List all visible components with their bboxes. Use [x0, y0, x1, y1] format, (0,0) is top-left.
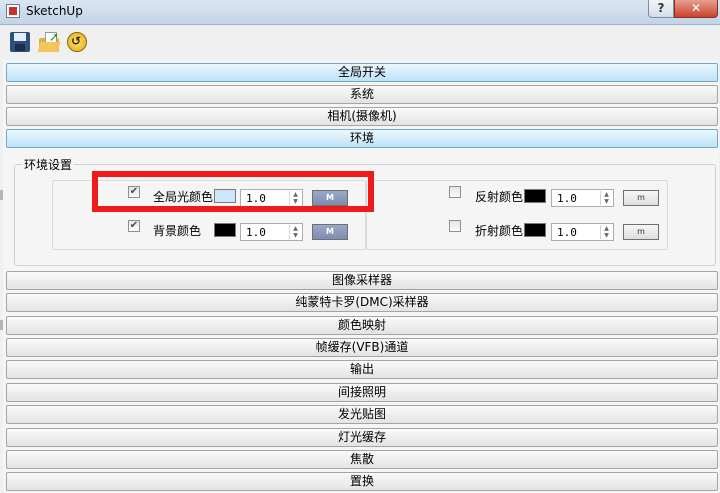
open-folder-icon[interactable]: ➚ — [37, 30, 61, 54]
bg-color-multiplier[interactable]: 1.0 ▲ ▼ — [240, 223, 303, 241]
bg-color-swatch[interactable] — [214, 223, 236, 237]
rollout-displacement[interactable]: 置换 — [6, 472, 718, 491]
rollout-light-cache[interactable]: 灯光缓存 — [6, 428, 718, 447]
rollout-environment[interactable]: 环境 — [6, 129, 718, 148]
bg-color-map-button[interactable]: M — [312, 224, 348, 240]
toolbar: ➚ ↺ — [0, 25, 720, 59]
reflect-color-label: 反射颜色 — [475, 190, 524, 204]
bg-color-label: 背景颜色 — [153, 224, 202, 238]
environment-group-title: 环境设置 — [22, 156, 75, 173]
app-icon — [6, 4, 20, 18]
help-button[interactable]: ? — [648, 0, 674, 18]
left-edge-marker — [0, 190, 3, 200]
reflect-color-value: 1.0 — [557, 192, 577, 205]
refract-color-spinner-arrows[interactable]: ▲ ▼ — [600, 225, 612, 239]
rollout-color-mapping[interactable]: 颜色映射 — [6, 316, 718, 335]
reflect-color-spinner-arrows[interactable]: ▲ ▼ — [600, 191, 612, 205]
refract-color-checkbox[interactable] — [449, 220, 461, 232]
bg-color-value: 1.0 — [246, 226, 266, 239]
save-icon[interactable] — [8, 30, 32, 54]
rollout-output[interactable]: 输出 — [6, 360, 718, 379]
rollout-image-sampler[interactable]: 图像采样器 — [6, 271, 718, 290]
close-button[interactable]: ✕ — [674, 0, 718, 18]
refract-color-label: 折射颜色 — [475, 224, 524, 238]
bg-color-checkbox[interactable]: ✔ — [128, 220, 140, 232]
window-title: SketchUp — [26, 4, 83, 18]
refract-color-map-button[interactable]: m — [623, 224, 659, 240]
reflect-color-checkbox[interactable] — [449, 186, 461, 198]
rollout-camera[interactable]: 相机(摄像机) — [6, 107, 718, 126]
rollout-caustics[interactable]: 焦散 — [6, 450, 718, 469]
refract-color-swatch[interactable] — [524, 223, 546, 237]
rollout-irradiance-map[interactable]: 发光贴图 — [6, 405, 718, 424]
rollout-vfb-channels[interactable]: 帧缓存(VFB)通道 — [6, 338, 718, 357]
revert-icon[interactable]: ↺ — [65, 30, 89, 54]
reflect-color-map-button[interactable]: m — [623, 190, 659, 206]
rollout-dmc-sampler[interactable]: 纯蒙特卡罗(DMC)采样器 — [6, 293, 718, 312]
refract-color-multiplier[interactable]: 1.0 ▲ ▼ — [551, 223, 614, 241]
reflect-color-swatch[interactable] — [524, 189, 546, 203]
annotation-highlight-box — [92, 171, 374, 212]
refract-color-value: 1.0 — [557, 226, 577, 239]
rollout-global-switches[interactable]: 全局开关 — [6, 63, 718, 82]
bg-color-spinner-arrows[interactable]: ▲ ▼ — [289, 225, 301, 239]
rollout-system[interactable]: 系统 — [6, 85, 718, 104]
title-bar: SketchUp ? ✕ — [0, 0, 720, 25]
reflect-color-multiplier[interactable]: 1.0 ▲ ▼ — [551, 189, 614, 207]
left-edge-marker — [0, 320, 3, 330]
rollout-indirect-illumination[interactable]: 间接照明 — [6, 383, 718, 402]
